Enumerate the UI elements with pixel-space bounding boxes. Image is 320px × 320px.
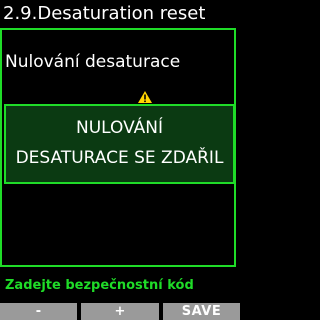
popup-message-line1: NULOVÁNÍ: [75, 118, 163, 138]
popup-message-line2: DESATURACE SE ZDAŘIL: [15, 148, 224, 168]
warning-triangle-icon: [138, 91, 152, 103]
security-code-prompt: Zadejte bezpečnostní kód: [5, 278, 194, 293]
minus-softkey[interactable]: -: [0, 303, 77, 320]
success-popup: NULOVÁNÍ DESATURACE SE ZDAŘIL: [4, 104, 235, 184]
save-softkey[interactable]: SAVE: [163, 303, 240, 320]
plus-softkey[interactable]: +: [81, 303, 159, 320]
menu-subtitle: Nulování desaturace: [5, 52, 181, 72]
screen-title: 2.9.Desaturation reset: [3, 3, 206, 24]
softkey-bar: - + SAVE: [0, 303, 240, 320]
